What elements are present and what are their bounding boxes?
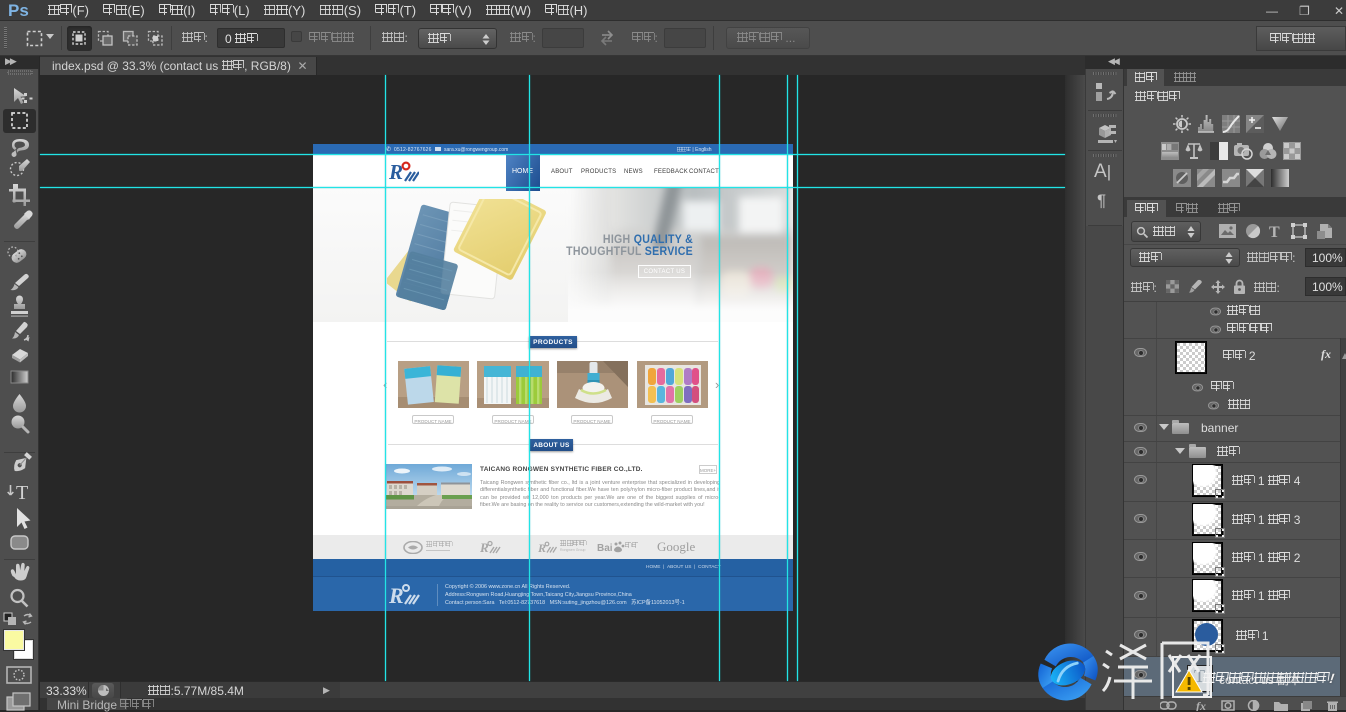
svg-text:T: T: [1269, 224, 1280, 240]
svg-text:Bai: Bai: [597, 543, 613, 554]
svg-text:R: R: [480, 540, 489, 555]
svg-text:T: T: [16, 482, 28, 504]
svg-text:R: R: [389, 583, 404, 608]
svg-text:Google: Google: [657, 539, 696, 554]
svg-text:R: R: [389, 160, 403, 183]
